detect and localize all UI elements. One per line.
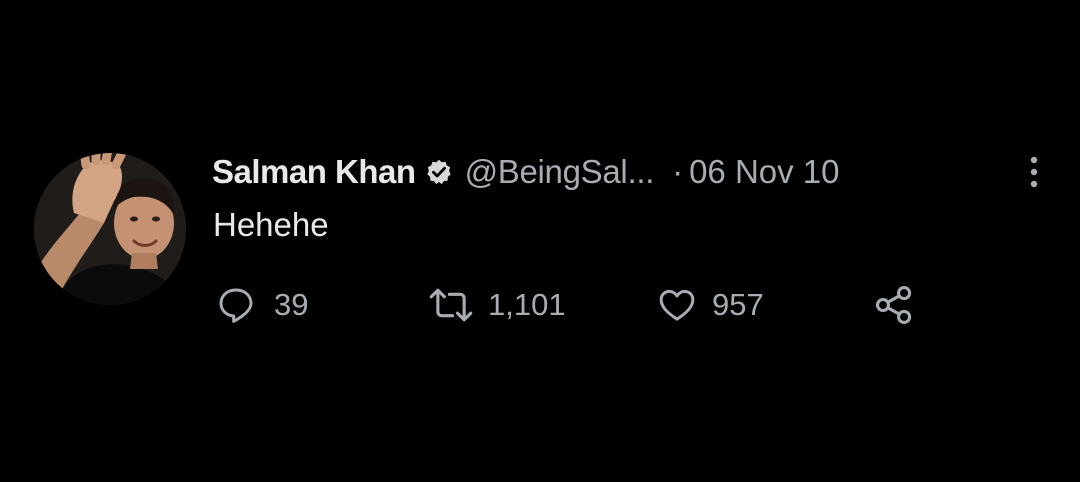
share-icon	[872, 283, 916, 327]
tweet-date[interactable]: 06 Nov 10	[689, 153, 839, 191]
avatar[interactable]	[34, 153, 186, 305]
like-button[interactable]: 957	[656, 280, 764, 330]
tweet-header: Salman Khan @BeingSal... · 06 Nov 10	[212, 150, 840, 194]
author-handle[interactable]: @BeingSal...	[465, 153, 655, 191]
verified-badge-icon	[425, 158, 453, 186]
retweet-button[interactable]: 1,101	[428, 280, 566, 330]
tweet-text: Hehehe	[213, 206, 329, 243]
more-options-icon[interactable]	[1024, 152, 1044, 192]
retweet-icon	[428, 285, 474, 325]
reply-icon	[216, 285, 256, 325]
like-count: 957	[712, 287, 764, 322]
retweet-count: 1,101	[488, 287, 566, 322]
reply-count: 39	[274, 287, 309, 322]
share-button[interactable]	[872, 280, 916, 330]
heart-icon	[656, 285, 698, 325]
tweet-card[interactable]: Salman Khan @BeingSal... · 06 Nov 10 Heh…	[0, 0, 1080, 482]
separator-dot: ·	[672, 153, 684, 190]
reply-button[interactable]: 39	[216, 280, 308, 330]
author-name[interactable]: Salman Khan	[212, 153, 416, 191]
